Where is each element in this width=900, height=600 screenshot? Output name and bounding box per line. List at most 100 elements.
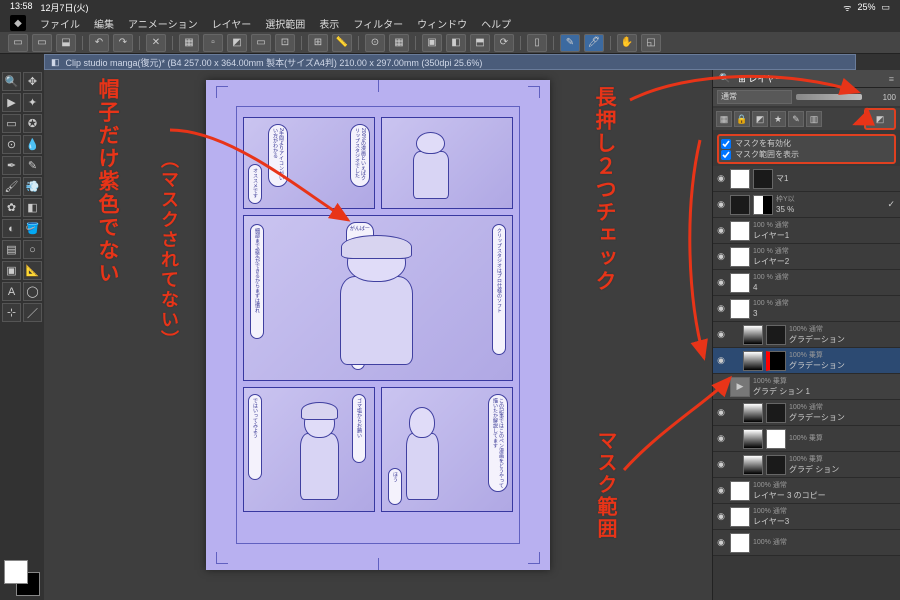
layer-list[interactable]: ◉ マ1 ◉ 枠Y以 35 % ✓◉ 100 % 通常 レイヤー1 ◉ 100 … xyxy=(713,166,900,600)
layer-thumbnail[interactable] xyxy=(743,429,763,449)
transform-button[interactable]: ▣ xyxy=(422,34,442,52)
menu-view[interactable]: 表示 xyxy=(319,16,339,31)
layer-mask-thumbnail[interactable] xyxy=(766,403,786,423)
menu-window[interactable]: ウィンドウ xyxy=(417,16,467,31)
layer-item[interactable]: ◉ 100% 通常 レイヤー 3 のコピー xyxy=(713,478,900,504)
layer-item[interactable]: ◉ 100% 乗算 グラデーション xyxy=(713,348,900,374)
layer-item[interactable]: ◉ 100 % 通常 3 xyxy=(713,296,900,322)
tool-layermove-icon[interactable]: ✦ xyxy=(23,93,42,112)
sidebar-toggle-icon[interactable]: ◧ xyxy=(51,57,60,68)
reference-icon[interactable]: ★ xyxy=(770,111,786,127)
tool-balloon-icon[interactable]: ◯ xyxy=(23,282,42,301)
layer-mask-thumbnail[interactable] xyxy=(766,429,786,449)
crop-button[interactable]: ⊡ xyxy=(275,34,295,52)
layer-name[interactable]: マ1 xyxy=(776,174,898,184)
tool-shape-icon[interactable]: ○ xyxy=(23,240,42,259)
visibility-icon[interactable]: ◉ xyxy=(715,251,727,263)
visibility-icon[interactable]: ◉ xyxy=(715,485,727,497)
ruler-button[interactable]: 📏 xyxy=(332,34,352,52)
layer-thumbnail[interactable] xyxy=(730,273,750,293)
layer-item[interactable]: ◉ 100 % 通常 4 xyxy=(713,270,900,296)
select-all-button[interactable]: ▦ xyxy=(179,34,199,52)
layer-mask-thumbnail[interactable] xyxy=(766,455,786,475)
tool-eyedrop-icon[interactable]: 💧 xyxy=(23,135,42,154)
layer-thumbnail[interactable] xyxy=(730,507,750,527)
visibility-icon[interactable]: ◉ xyxy=(715,511,727,523)
tool-move-icon[interactable]: ✥ xyxy=(23,72,42,91)
layer-thumbnail[interactable] xyxy=(730,533,750,553)
layer-thumbnail[interactable] xyxy=(730,247,750,267)
draft-icon[interactable]: ✎ xyxy=(788,111,804,127)
tool-wand-icon[interactable]: ✪ xyxy=(23,114,42,133)
menu-filter[interactable]: フィルター xyxy=(353,16,403,31)
mask-enable-checkbox[interactable] xyxy=(721,139,731,149)
layer-color-icon[interactable]: ▥ xyxy=(806,111,822,127)
tool-brush-icon[interactable]: 🖌 xyxy=(2,177,21,196)
layer-thumbnail[interactable] xyxy=(730,195,750,215)
lock-pixels-icon[interactable]: 🔒 xyxy=(734,111,750,127)
visibility-icon[interactable]: ◉ xyxy=(715,199,727,211)
visibility-icon[interactable]: ◉ xyxy=(715,303,727,315)
layer-name[interactable]: レイヤー3 xyxy=(753,517,898,527)
mask-show-checkbox[interactable] xyxy=(721,150,731,160)
layer-name[interactable]: グラデーション xyxy=(789,413,898,423)
layer-item[interactable]: ◉ 100 % 通常 レイヤー2 xyxy=(713,244,900,270)
layer-item[interactable]: ◉ 100% 乗算 グラデ ション xyxy=(713,452,900,478)
clip-layer-icon[interactable]: ◩ xyxy=(752,111,768,127)
assets-button[interactable]: ◱ xyxy=(641,34,661,52)
canvas-area[interactable]: 200%の漫画といえばクリップスタジオでした 2手間よりアイコンがいい方がわかる… xyxy=(44,70,712,600)
menu-help[interactable]: ヘルプ xyxy=(481,16,511,31)
layer-thumbnail[interactable] xyxy=(743,325,763,345)
layer-name[interactable]: 35 % xyxy=(776,205,884,215)
tool-ruler-icon[interactable]: 📐 xyxy=(23,261,42,280)
layer-mask-button[interactable]: ◩ xyxy=(864,108,896,130)
layer-name[interactable]: 4 xyxy=(753,283,898,293)
layer-item[interactable]: ◉ 100% 通常 グラデーション xyxy=(713,400,900,426)
visibility-icon[interactable]: ◉ xyxy=(715,329,727,341)
tab-layers[interactable]: ⊞ レイヤー xyxy=(738,72,784,85)
delete-button[interactable]: ✕ xyxy=(146,34,166,52)
zoom-fit-button[interactable]: ⊞ xyxy=(308,34,328,52)
save-button[interactable]: ⬓ xyxy=(56,34,76,52)
layer-thumbnail[interactable] xyxy=(743,351,763,371)
tool-deco-icon[interactable]: ✿ xyxy=(2,198,21,217)
opacity-slider[interactable] xyxy=(796,94,863,100)
layer-mask-thumbnail[interactable] xyxy=(753,169,773,189)
tool-correct-icon[interactable]: ⊹ xyxy=(2,303,21,322)
menu-layer[interactable]: レイヤー xyxy=(212,16,252,31)
layer-name[interactable]: レイヤー1 xyxy=(753,231,898,241)
tool-airbrush-icon[interactable]: 💨 xyxy=(23,177,42,196)
lock-alpha-icon[interactable]: ▦ xyxy=(716,111,732,127)
flip-h-button[interactable]: ◧ xyxy=(446,34,466,52)
invert-select-button[interactable]: ◩ xyxy=(227,34,247,52)
new-file-button[interactable]: ▭ xyxy=(8,34,28,52)
redo-button[interactable]: ↷ xyxy=(113,34,133,52)
deselect-button[interactable]: ▫ xyxy=(203,34,223,52)
tool-gradient-icon[interactable]: ▤ xyxy=(2,240,21,259)
layer-item[interactable]: ◉ 100% 通常 グラデーション xyxy=(713,322,900,348)
layer-thumbnail[interactable] xyxy=(730,481,750,501)
opacity-value[interactable]: 100 xyxy=(866,93,896,102)
tool-line-icon[interactable]: ／ xyxy=(23,303,42,322)
layer-thumbnail[interactable] xyxy=(743,455,763,475)
stylus-button[interactable]: 🖊 xyxy=(584,34,604,52)
layer-item[interactable]: ◉ 100% 通常 xyxy=(713,530,900,556)
layer-item[interactable]: ◉ 枠Y以 35 % ✓ xyxy=(713,192,900,218)
visibility-icon[interactable]: ◉ xyxy=(715,173,727,185)
tool-fill-icon[interactable]: 🪣 xyxy=(23,219,42,238)
visibility-icon[interactable]: ◉ xyxy=(715,433,727,445)
layer-name[interactable]: グラデ ション xyxy=(789,465,898,475)
tool-blend-icon[interactable]: ◐ xyxy=(2,219,21,238)
blend-mode-select[interactable]: 通常 xyxy=(717,90,792,104)
app-logo-icon[interactable]: ◆ xyxy=(10,15,26,31)
fg-color-swatch[interactable] xyxy=(4,560,28,584)
tool-lasso-icon[interactable]: ⊙ xyxy=(2,135,21,154)
visibility-icon[interactable]: ◉ xyxy=(715,381,727,393)
tab-menu-icon[interactable]: ≡ xyxy=(889,74,894,84)
show-border-button[interactable]: ▭ xyxy=(251,34,271,52)
menu-selection[interactable]: 選択範囲 xyxy=(265,16,305,31)
visibility-icon[interactable]: ◉ xyxy=(715,459,727,471)
layer-item[interactable]: ◉ マ1 xyxy=(713,166,900,192)
tab-search-icon[interactable]: 🔍 xyxy=(719,73,730,84)
tool-operation-icon[interactable]: ▶ xyxy=(2,93,21,112)
